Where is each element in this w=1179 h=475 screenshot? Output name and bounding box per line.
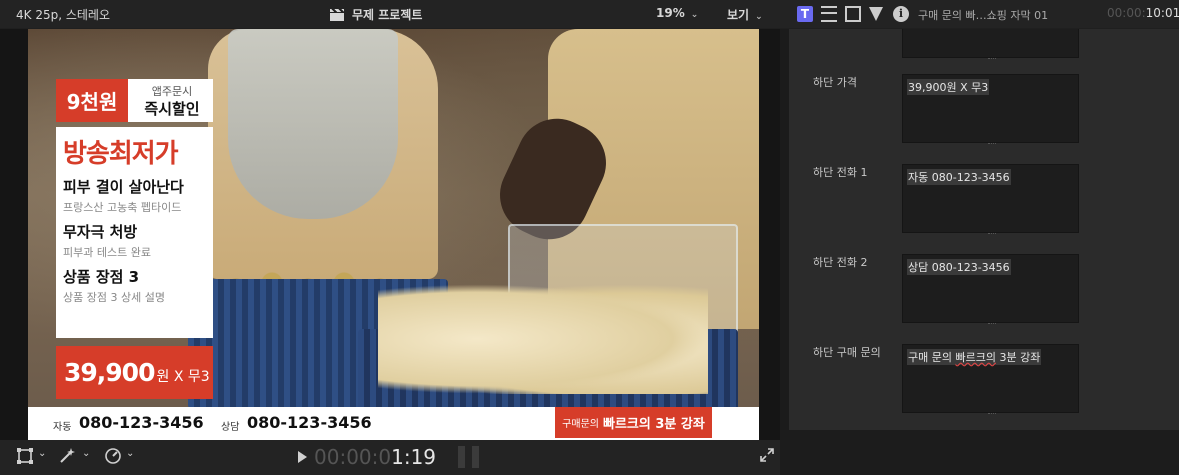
contact-strip: 자동 080-123-3456 상담 080-123-3456 구매문의 빠르크… [28, 407, 759, 440]
field-label: 하단 구매 문의 [813, 346, 881, 359]
transform-icon [17, 448, 33, 464]
resize-grip[interactable] [988, 233, 996, 236]
view-label: 보기 [727, 8, 750, 22]
field-value: 구매 문의 빠르크의 3분 강좌 [907, 349, 1042, 365]
zoom-menu[interactable]: 19% ⌄ [656, 6, 698, 20]
inspector-title: 구매 문의 빠…쇼핑 자막 01 [918, 9, 1049, 22]
timecode-bright: 1:19 [391, 445, 437, 469]
order-field[interactable]: 구매 문의 빠르크의 3분 강좌 [902, 344, 1079, 416]
film-icon[interactable] [845, 6, 861, 22]
auto-label: 자동 [53, 422, 72, 433]
inspector-tc-bright: 10:01 [1145, 6, 1179, 20]
price-box: 39,900 원 X 무3 [56, 346, 213, 399]
viewer-letterbox-left [0, 29, 28, 440]
expand-icon[interactable] [760, 448, 774, 466]
feature-panel: 방송최저가 피부 결이 살아난다 프랑스산 고농축 펩타이드 무자극 처방 피부… [56, 127, 213, 338]
feature-title: 무자극 처방 [63, 223, 138, 241]
field-value: 39,900원 X 무3 [907, 79, 990, 95]
price-unit: 원 X 무3 [156, 368, 210, 385]
feature-sub: 피부과 테스트 완료 [63, 246, 151, 259]
field-label: 하단 전화 2 [813, 256, 868, 269]
viewer-header: 4K 25p, 스테레오 무제 프로젝트 19% ⌄ 보기 ⌄ [0, 0, 780, 28]
info-icon[interactable]: i [893, 6, 909, 22]
order-big: 빠르크의 3분 강좌 [602, 417, 705, 432]
consult-label: 상담 [221, 422, 240, 433]
feature-title: 피부 결이 살아난다 [63, 178, 184, 196]
discount-tag: 9천원 앱주문시 즉시할인 [56, 79, 213, 122]
chevron-down-icon: ⌄ [690, 10, 699, 20]
resize-grip[interactable] [988, 58, 996, 61]
resize-grip[interactable] [988, 143, 996, 146]
discount-sub2: 즉시할인 [144, 100, 200, 118]
order-box: 구매문의 빠르크의 3분 강좌 [555, 407, 712, 438]
transform-menu[interactable] [16, 447, 34, 469]
auto-phone: 080-123-3456 [79, 413, 204, 432]
phone1-field[interactable]: 자동 080-123-3456 [902, 164, 1079, 236]
timecode: 00:00:01:19 [314, 445, 436, 469]
inspector-timecode: 00:00:10:01 [1107, 6, 1179, 20]
consult-phone: 080-123-3456 [247, 413, 372, 432]
resize-grip[interactable] [988, 323, 996, 326]
chevron-down-icon[interactable]: ⌄ [38, 448, 46, 459]
field-value-misspelled: 빠르크의 [955, 351, 996, 364]
format-label: 4K 25p, 스테레오 [16, 8, 110, 22]
chevron-down-icon: ⌄ [755, 12, 763, 22]
field-label: 하단 가격 [813, 76, 857, 89]
field-value-part: 구매 문의 [908, 351, 956, 364]
speed-icon[interactable] [104, 447, 122, 469]
price-number: 39,900 [64, 358, 155, 387]
discount-sub1: 앱주문시 [151, 85, 193, 98]
lines-icon[interactable] [821, 6, 837, 22]
inspector-gutter [780, 29, 789, 475]
viewer-letterbox-right [759, 29, 780, 440]
feature-sub: 상품 장점 3 상세 설명 [63, 291, 165, 304]
headline: 방송최저가 [63, 139, 179, 169]
field-label: 하단 전화 1 [813, 166, 868, 179]
text-inspector-icon[interactable]: T [797, 6, 813, 22]
resize-grip[interactable] [988, 413, 996, 416]
feature-title: 상품 장점 3 [63, 268, 140, 286]
project-title[interactable]: 무제 프로젝트 [330, 6, 422, 23]
skimmer-bars [458, 446, 480, 468]
app-window: 4K 25p, 스테레오 무제 프로젝트 19% ⌄ 보기 ⌄ 9천원 앱주문시 즉… [0, 0, 1179, 475]
inspector-header: T i 구매 문의 빠…쇼핑 자막 01 00:00:10:01 [780, 0, 1179, 28]
zoom-value: 19% [656, 6, 685, 20]
order-small: 구매문의 [562, 419, 599, 430]
inspector-footer [780, 430, 1179, 475]
chevron-down-icon[interactable]: ⌄ [126, 448, 134, 459]
price-field[interactable]: 39,900원 X 무3 [902, 74, 1079, 146]
text-field-partial[interactable] [902, 29, 1079, 61]
inspector-panel: 하단 가격 39,900원 X 무3 하단 전화 1 자동 080-123-34… [789, 29, 1179, 430]
magic-wand-icon[interactable] [58, 447, 76, 469]
video-scarf [228, 29, 398, 219]
play-icon[interactable] [298, 451, 307, 463]
project-name: 무제 프로젝트 [352, 8, 423, 22]
feature-sub: 프랑스산 고농축 펩타이드 [63, 201, 182, 214]
phone2-field[interactable]: 상담 080-123-3456 [902, 254, 1079, 326]
inspector-tc-dim: 00:00: [1107, 6, 1146, 20]
view-menu[interactable]: 보기 ⌄ [727, 6, 763, 23]
field-value: 자동 080-123-3456 [907, 169, 1011, 185]
discount-amount: 9천원 [56, 79, 128, 122]
chevron-down-icon[interactable]: ⌄ [82, 448, 90, 459]
video-bags [378, 284, 708, 394]
viewer-controls: ⌄ ⌄ ⌄ 00:00:01:19 [0, 440, 780, 475]
filter-icon[interactable] [869, 7, 883, 21]
field-value: 상담 080-123-3456 [907, 259, 1011, 275]
timecode-dim: 00:00:0 [314, 445, 392, 469]
clapper-icon [330, 8, 344, 21]
field-value-part: 3분 강좌 [995, 351, 1041, 364]
